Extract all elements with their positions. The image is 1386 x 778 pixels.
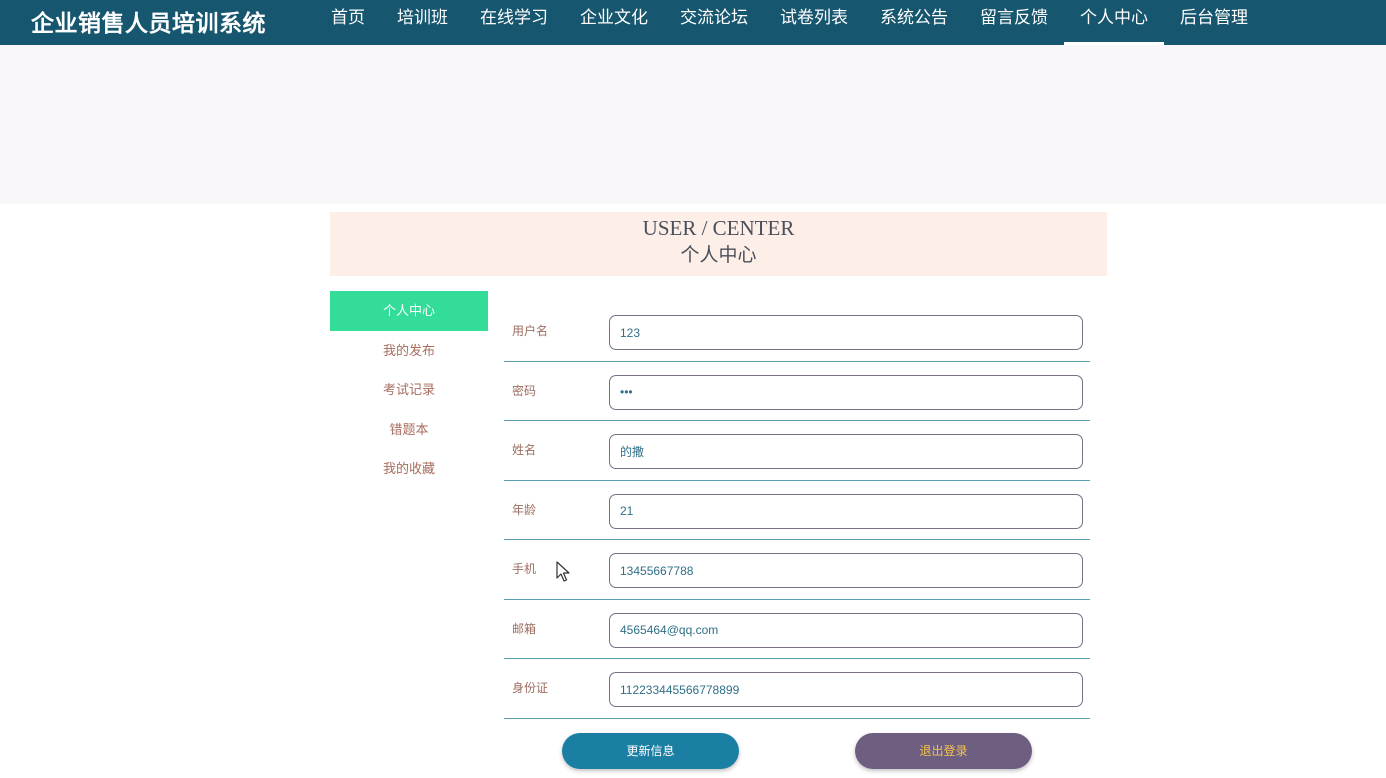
app-title: 企业销售人员培训系统 — [31, 10, 266, 36]
profile-form: 用户名 密码 姓名 年龄 手机 邮箱 身份证 — [504, 302, 1090, 719]
name-label: 姓名 — [512, 443, 537, 457]
main-nav: 首页 培训班 在线学习 企业文化 交流论坛 试卷列表 系统公告 留言反馈 个人中… — [315, 0, 1264, 45]
name-input[interactable] — [609, 434, 1083, 469]
password-label: 密码 — [512, 383, 537, 398]
form-row-password: 密码 — [504, 362, 1090, 421]
sidebar-item-user-center[interactable]: 个人中心 — [330, 291, 488, 331]
nav-item-online-learning[interactable]: 在线学习 — [464, 0, 564, 45]
email-input[interactable] — [609, 612, 1083, 648]
sidebar-item-wrong-questions[interactable]: 错题本 — [330, 410, 488, 450]
nav-item-training-class[interactable]: 培训班 — [381, 0, 464, 45]
sidebar-menu: 个人中心 我的发布 考试记录 错题本 我的收藏 — [330, 291, 488, 489]
banner-area — [0, 45, 1386, 204]
form-row-name: 姓名 — [504, 421, 1090, 481]
nav-item-exam-list[interactable]: 试卷列表 — [764, 0, 864, 45]
sidebar-item-exam-records[interactable]: 考试记录 — [330, 370, 488, 410]
nav-item-corporate-culture[interactable]: 企业文化 — [564, 0, 664, 45]
nav-item-forum[interactable]: 交流论坛 — [664, 0, 764, 45]
sidebar-item-my-posts[interactable]: 我的发布 — [330, 331, 488, 371]
section-header: USER / CENTER 个人中心 — [330, 212, 1107, 276]
section-title-cn: 个人中心 — [680, 244, 757, 266]
id-card-label: 身份证 — [512, 681, 549, 695]
form-row-phone: 手机 — [504, 540, 1090, 600]
phone-label: 手机 — [512, 562, 537, 576]
nav-item-feedback[interactable]: 留言反馈 — [964, 0, 1064, 45]
form-row-username: 用户名 — [504, 302, 1090, 362]
age-label: 年龄 — [512, 502, 537, 517]
age-input[interactable] — [609, 493, 1083, 529]
email-label: 邮箱 — [512, 621, 537, 636]
nav-item-home[interactable]: 首页 — [315, 0, 381, 45]
username-input[interactable] — [609, 315, 1083, 350]
phone-input[interactable] — [609, 553, 1083, 588]
nav-item-announcements[interactable]: 系统公告 — [864, 0, 964, 45]
section-title-en: USER / CENTER — [642, 216, 795, 240]
form-row-age: 年龄 — [504, 481, 1090, 540]
logout-button[interactable]: 退出登录 — [855, 733, 1032, 769]
username-label: 用户名 — [512, 324, 549, 338]
nav-item-user-center[interactable]: 个人中心 — [1064, 0, 1164, 45]
top-navbar: 企业销售人员培训系统 首页 培训班 在线学习 企业文化 交流论坛 试卷列表 系统… — [0, 0, 1386, 45]
form-row-email: 邮箱 — [504, 600, 1090, 659]
update-info-button[interactable]: 更新信息 — [562, 733, 739, 769]
password-input[interactable] — [609, 374, 1083, 410]
sidebar-item-favorites[interactable]: 我的收藏 — [330, 449, 488, 489]
nav-item-admin[interactable]: 后台管理 — [1164, 0, 1264, 45]
form-row-id-card: 身份证 — [504, 659, 1090, 719]
mouse-pointer-icon — [556, 561, 570, 582]
id-card-input[interactable] — [609, 672, 1083, 707]
